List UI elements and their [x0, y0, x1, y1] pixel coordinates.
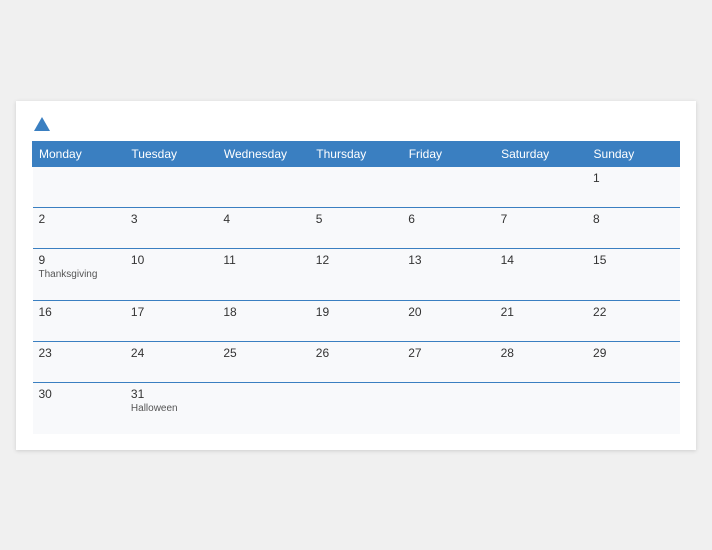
day-number: 18 [223, 305, 303, 319]
calendar-day-cell [587, 382, 679, 434]
calendar-day-cell [402, 382, 494, 434]
logo [32, 117, 52, 131]
calendar-day-cell: 24 [125, 341, 217, 382]
weekday-header-wednesday: Wednesday [217, 141, 309, 166]
calendar-day-cell: 30 [33, 382, 125, 434]
calendar-week-row: 1 [33, 166, 680, 207]
logo-triangle-icon [34, 117, 50, 131]
calendar-day-cell [217, 166, 309, 207]
day-number: 27 [408, 346, 488, 360]
weekday-header-monday: Monday [33, 141, 125, 166]
day-number: 9 [39, 253, 119, 267]
day-number: 17 [131, 305, 211, 319]
weekday-header-saturday: Saturday [495, 141, 587, 166]
day-number: 12 [316, 253, 396, 267]
calendar-day-cell [33, 166, 125, 207]
weekday-header-thursday: Thursday [310, 141, 402, 166]
day-number: 11 [223, 253, 303, 267]
weekday-header-tuesday: Tuesday [125, 141, 217, 166]
day-number: 23 [39, 346, 119, 360]
calendar-day-cell: 19 [310, 300, 402, 341]
calendar-day-cell [310, 166, 402, 207]
day-number: 8 [593, 212, 673, 226]
calendar-day-cell: 29 [587, 341, 679, 382]
calendar-week-row: 2345678 [33, 207, 680, 248]
calendar-day-cell: 1 [587, 166, 679, 207]
calendar-day-cell [402, 166, 494, 207]
day-number: 22 [593, 305, 673, 319]
calendar-day-cell: 13 [402, 248, 494, 300]
calendar-day-cell [125, 166, 217, 207]
calendar-day-cell: 21 [495, 300, 587, 341]
day-number: 3 [131, 212, 211, 226]
calendar-day-cell: 17 [125, 300, 217, 341]
day-number: 16 [39, 305, 119, 319]
calendar-week-row: 23 24 25 26 27 28 29 [33, 341, 680, 382]
weekday-header-friday: Friday [402, 141, 494, 166]
calendar-day-cell: 26 [310, 341, 402, 382]
day-number: 30 [39, 387, 119, 401]
calendar-header [32, 117, 680, 131]
weekday-header-row: MondayTuesdayWednesdayThursdayFridaySatu… [33, 141, 680, 166]
day-number: 13 [408, 253, 488, 267]
calendar-day-cell: 6 [402, 207, 494, 248]
day-number: 21 [501, 305, 581, 319]
calendar-day-cell [495, 166, 587, 207]
day-number: 4 [223, 212, 303, 226]
calendar-day-cell: 25 [217, 341, 309, 382]
day-number: 2 [39, 212, 119, 226]
day-number: 24 [131, 346, 211, 360]
calendar-day-cell [217, 382, 309, 434]
calendar-day-cell: 20 [402, 300, 494, 341]
day-number: 31 [131, 387, 211, 401]
calendar-table: MondayTuesdayWednesdayThursdayFridaySatu… [32, 141, 680, 434]
calendar-day-cell: 4 [217, 207, 309, 248]
calendar-week-row: 9 Thanksgiving 10 11 12 13 14 15 [33, 248, 680, 300]
calendar-day-cell: 12 [310, 248, 402, 300]
calendar-day-cell: 14 [495, 248, 587, 300]
calendar-day-cell: 16 [33, 300, 125, 341]
day-number: 20 [408, 305, 488, 319]
day-number: 10 [131, 253, 211, 267]
calendar-day-cell: 8 [587, 207, 679, 248]
day-number: 25 [223, 346, 303, 360]
calendar-day-cell: 10 [125, 248, 217, 300]
day-number: 26 [316, 346, 396, 360]
day-number: 15 [593, 253, 673, 267]
day-number: 1 [593, 171, 673, 185]
day-number: 5 [316, 212, 396, 226]
calendar-day-cell: 31 Halloween [125, 382, 217, 434]
calendar-day-cell: 23 [33, 341, 125, 382]
day-event-label: Halloween [131, 403, 211, 414]
calendar-week-row: 16 17 18 19 20 21 22 [33, 300, 680, 341]
calendar-day-cell: 28 [495, 341, 587, 382]
calendar-day-cell: 2 [33, 207, 125, 248]
day-number: 28 [501, 346, 581, 360]
day-number: 29 [593, 346, 673, 360]
calendar-day-cell: 3 [125, 207, 217, 248]
calendar-container: MondayTuesdayWednesdayThursdayFridaySatu… [16, 101, 696, 450]
calendar-day-cell: 9 Thanksgiving [33, 248, 125, 300]
calendar-day-cell: 18 [217, 300, 309, 341]
day-number: 19 [316, 305, 396, 319]
calendar-day-cell: 22 [587, 300, 679, 341]
calendar-day-cell [310, 382, 402, 434]
day-number: 7 [501, 212, 581, 226]
calendar-day-cell: 7 [495, 207, 587, 248]
weekday-header-sunday: Sunday [587, 141, 679, 166]
day-number: 14 [501, 253, 581, 267]
day-number: 6 [408, 212, 488, 226]
calendar-day-cell: 11 [217, 248, 309, 300]
day-event-label: Thanksgiving [39, 269, 119, 280]
calendar-day-cell: 5 [310, 207, 402, 248]
calendar-day-cell [495, 382, 587, 434]
calendar-day-cell: 15 [587, 248, 679, 300]
calendar-day-cell: 27 [402, 341, 494, 382]
calendar-week-row: 30 31 Halloween [33, 382, 680, 434]
